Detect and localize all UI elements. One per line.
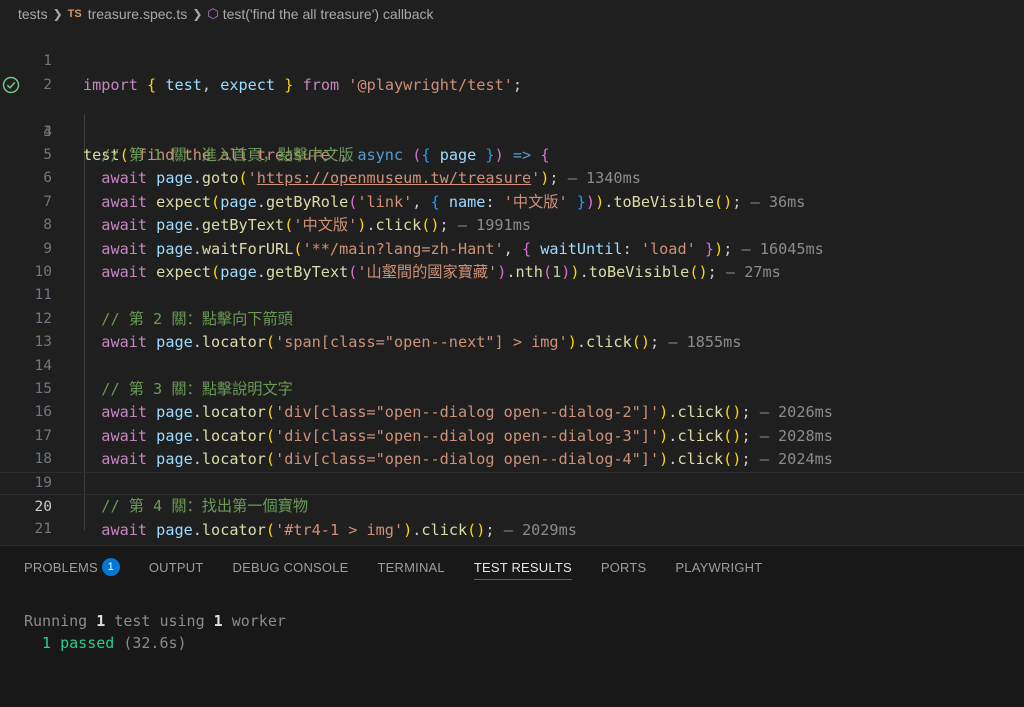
panel-tabs: PROBLEMS 1 OUTPUT DEBUG CONSOLE TERMINAL…: [0, 546, 791, 588]
breadcrumb: tests ❯ TS treasure.spec.ts ❯ ⬡ test('fi…: [0, 0, 1024, 27]
code-line[interactable]: 5 await page.goto('https://openmuseum.tw…: [0, 121, 1024, 187]
tab-problems[interactable]: PROBLEMS 1: [24, 546, 120, 588]
test-passed-icon[interactable]: [2, 76, 20, 94]
method-cube-icon: ⬡: [207, 5, 219, 21]
code-line[interactable]: 6 await expect(page.getByRole('link', { …: [0, 144, 1024, 210]
code-line[interactable]: 3 test('find the all treasure', async ({…: [0, 74, 1024, 164]
tab-label: PROBLEMS: [24, 559, 98, 575]
tab-label: TERMINAL: [377, 559, 445, 575]
breadcrumb-file[interactable]: treasure.spec.ts: [88, 6, 188, 22]
code-line[interactable]: 12 await page.locator('span[class="open-…: [0, 284, 1024, 351]
tab-label: DEBUG CONSOLE: [232, 559, 349, 575]
code-line[interactable]: 21 }): [0, 495, 1024, 561]
code-line[interactable]: 17 await page.locator('div[class="open--…: [0, 401, 1024, 468]
code-line[interactable]: 14 // 第 3 關：點擊說明文字: [0, 331, 1024, 398]
typescript-file-icon: TS: [67, 7, 82, 20]
tab-output[interactable]: OUTPUT: [149, 546, 204, 588]
code-line[interactable]: 22: [0, 518, 1024, 561]
code-line[interactable]: 7 await page.getByText('中文版').click(); —…: [0, 167, 1024, 234]
code-line[interactable]: 19 // 第 4 關：找出第一個寶物: [0, 448, 1024, 515]
code-line[interactable]: 18: [0, 425, 1024, 467]
code-line[interactable]: 2: [0, 50, 1024, 93]
chevron-right-icon: ❯: [192, 6, 203, 21]
problems-count-badge: 1: [101, 558, 120, 576]
breadcrumb-symbol[interactable]: test('find the all treasure') callback: [223, 6, 434, 22]
code-line[interactable]: 4 // 第 1 關：進入首頁，點擊中文版: [0, 97, 1024, 164]
code-line[interactable]: 13: [0, 308, 1024, 350]
code-line[interactable]: 1 import { test, expect } from '@playwri…: [0, 27, 1024, 93]
tab-debug-console[interactable]: DEBUG CONSOLE: [233, 546, 349, 588]
tab-label: TEST RESULTS: [473, 559, 572, 575]
code-line-active[interactable]: 20 await page.locator('#tr4-1 > img').cl…: [0, 471, 1024, 539]
code-line[interactable]: 15 await page.locator('div[class="open--…: [0, 355, 1024, 421]
tab-test-results[interactable]: TEST RESULTS: [473, 546, 572, 588]
passed-count: 1 passed: [24, 634, 115, 652]
code-line[interactable]: 16 await page.locator('div[class="open--…: [0, 378, 1024, 444]
bottom-panel: PROBLEMS 1 OUTPUT DEBUG CONSOLE TERMINAL…: [0, 545, 1024, 707]
tab-label: PORTS: [600, 559, 647, 575]
code-line[interactable]: 10: [0, 238, 1024, 280]
tab-playwright[interactable]: PLAYWRIGHT: [675, 546, 762, 588]
code-line[interactable]: 11 // 第 2 關：點擊向下箭頭: [0, 261, 1024, 327]
duration: (32.6s): [114, 634, 187, 652]
tab-ports[interactable]: PORTS: [601, 546, 647, 588]
code-line[interactable]: 9 await expect(page.getByText('山壑間的國家寶藏'…: [0, 214, 1024, 281]
test-results-output: Running 1 test using 1 worker 1 passed (…: [24, 612, 286, 652]
tab-terminal[interactable]: TERMINAL: [378, 546, 445, 588]
code-editor[interactable]: 1 import { test, expect } from '@playwri…: [0, 27, 1024, 562]
chevron-right-icon: ❯: [52, 6, 63, 21]
breadcrumb-folder[interactable]: tests: [18, 6, 48, 22]
tab-label: PLAYWRIGHT: [675, 559, 763, 575]
code-line[interactable]: 8 await page.waitForURL('**/main?lang=zh…: [0, 191, 1024, 257]
tab-label: OUTPUT: [148, 559, 204, 575]
